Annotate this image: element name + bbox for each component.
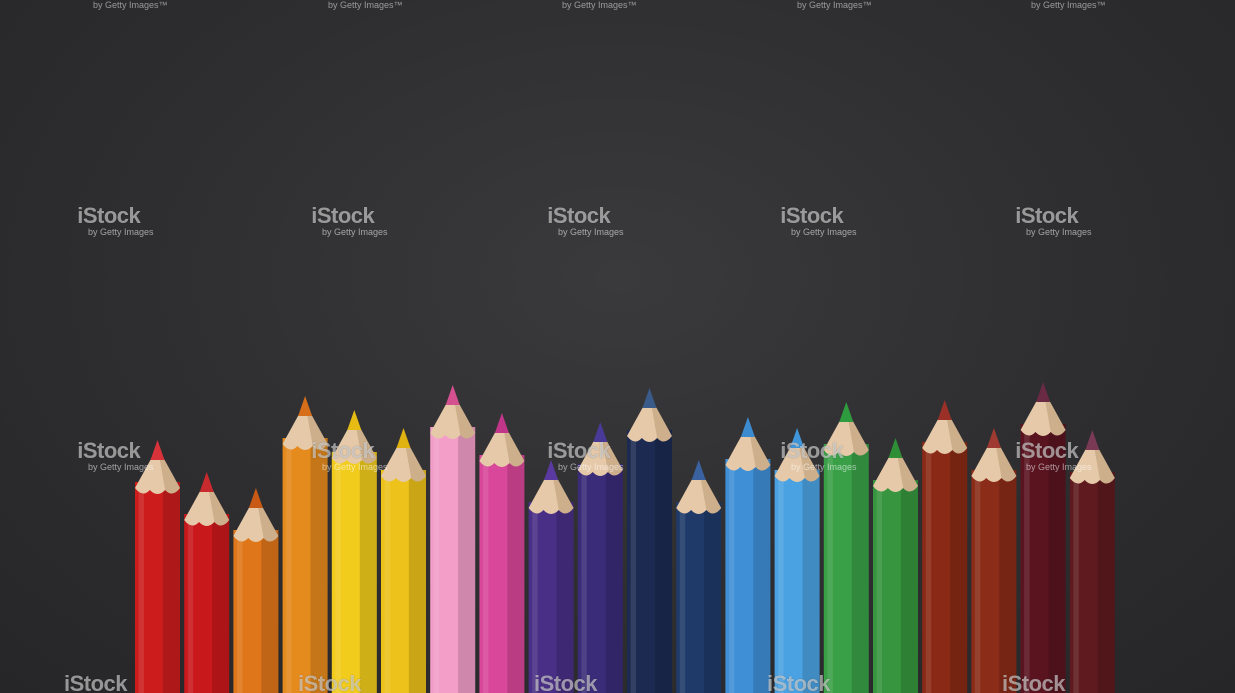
pencil — [528, 460, 574, 693]
pencil-facet-highlight — [286, 438, 292, 693]
pencil-facet-shade — [507, 455, 525, 693]
pencil-facet-highlight — [975, 470, 981, 693]
pencil — [725, 417, 771, 693]
pencil — [282, 396, 328, 693]
pencil-lead-tip — [790, 428, 805, 448]
pencil-lead-tip — [396, 428, 411, 448]
pencil-lead-tip — [298, 396, 313, 416]
pencil-facet-shade — [458, 427, 476, 693]
pencil-facet-shade — [654, 430, 672, 693]
pencil-lead-tip — [986, 428, 1001, 448]
pencil-lead-tip — [199, 472, 214, 492]
pencil-facet-shade — [359, 452, 377, 693]
pencil-facet-highlight — [827, 444, 833, 693]
pencil-lead-tip — [839, 402, 854, 422]
watermark-caption-top: by Getty Images™ — [797, 0, 872, 10]
pencil-facet-highlight — [483, 455, 489, 693]
pencil-facet-highlight — [876, 480, 882, 693]
pencil-lead-tip — [347, 410, 362, 430]
pencil — [823, 402, 869, 693]
pencil — [922, 400, 968, 693]
pencil — [233, 488, 279, 693]
pencil — [577, 422, 623, 693]
pencil-facet-shade — [1097, 472, 1115, 693]
pencil-facet-shade — [802, 470, 820, 693]
pencil-facet-shade — [408, 470, 426, 693]
pencil — [331, 410, 377, 693]
pencil-facet-highlight — [237, 530, 243, 693]
pencil-facet-highlight — [679, 502, 686, 693]
pencil-facet-shade — [950, 442, 968, 693]
pencil-facet-highlight — [729, 459, 735, 693]
pencil-lead-tip — [642, 388, 657, 408]
pencil-facet-shade — [261, 530, 279, 693]
watermark-caption-top: by Getty Images™ — [93, 0, 168, 10]
pencil-facet-highlight — [532, 502, 538, 693]
pencil — [184, 472, 230, 693]
pencil-facet-shade — [162, 482, 180, 693]
watermark-caption-top: by Getty Images™ — [328, 0, 403, 10]
pencil-lead-tip — [150, 440, 165, 460]
pencil-lead-tip — [740, 417, 755, 437]
pencil-facet-shade — [310, 438, 328, 693]
pencil-lead-tip — [544, 460, 559, 480]
pencil-facet-shade — [851, 444, 869, 693]
pencil-facet-highlight — [581, 464, 587, 693]
watermark-caption-top: by Getty Images™ — [1031, 0, 1106, 10]
pencil-facet-shade — [753, 459, 771, 693]
pencil-facet-highlight — [335, 452, 341, 693]
watermark-caption-top: by Getty Images™ — [562, 0, 637, 10]
photo-scene: by Getty Images™ by Getty Images™ by Get… — [0, 0, 1235, 693]
pencil — [430, 385, 476, 693]
pencil-lead-tip — [593, 422, 608, 442]
pencil-lead-tip — [494, 413, 509, 433]
pencil-lead-tip — [937, 400, 952, 420]
pencil-facet-highlight — [138, 482, 144, 693]
pencil — [676, 460, 722, 693]
pencil-facet-shade — [1048, 424, 1066, 693]
pencil-facet-shade — [556, 502, 574, 693]
pencil-facet-highlight — [384, 470, 390, 693]
pencil — [1020, 382, 1066, 693]
pencil — [627, 388, 672, 693]
pencil — [774, 428, 820, 693]
pencil — [873, 438, 918, 693]
pencil-lead-tip — [1085, 430, 1100, 450]
pencil — [971, 428, 1017, 693]
pencil-facet-highlight — [433, 427, 440, 693]
pencil-facet-shade — [212, 514, 230, 693]
pencil-lead-tip — [445, 385, 460, 405]
pencil — [381, 428, 426, 693]
pencil-facet-shade — [605, 464, 623, 693]
pencils-row — [135, 382, 1115, 693]
pencil-facet-highlight — [925, 442, 932, 693]
pencil-facet-highlight — [630, 430, 636, 693]
pencil-lead-tip — [888, 438, 903, 458]
pencil-facet-highlight — [778, 470, 784, 693]
pencil-facet-shade — [999, 470, 1017, 693]
pencil-lead-tip — [248, 488, 263, 508]
pencil — [135, 440, 180, 693]
pencil — [479, 413, 525, 693]
pencil-facet-highlight — [1024, 424, 1030, 693]
pencil-facet-highlight — [187, 514, 194, 693]
pencil — [1069, 430, 1115, 693]
pencil-lead-tip — [691, 460, 706, 480]
pencil-facet-shade — [704, 502, 722, 693]
pencil-facet-shade — [900, 480, 918, 693]
pencil-lead-tip — [1036, 382, 1051, 402]
pencil-facet-highlight — [1073, 472, 1079, 693]
